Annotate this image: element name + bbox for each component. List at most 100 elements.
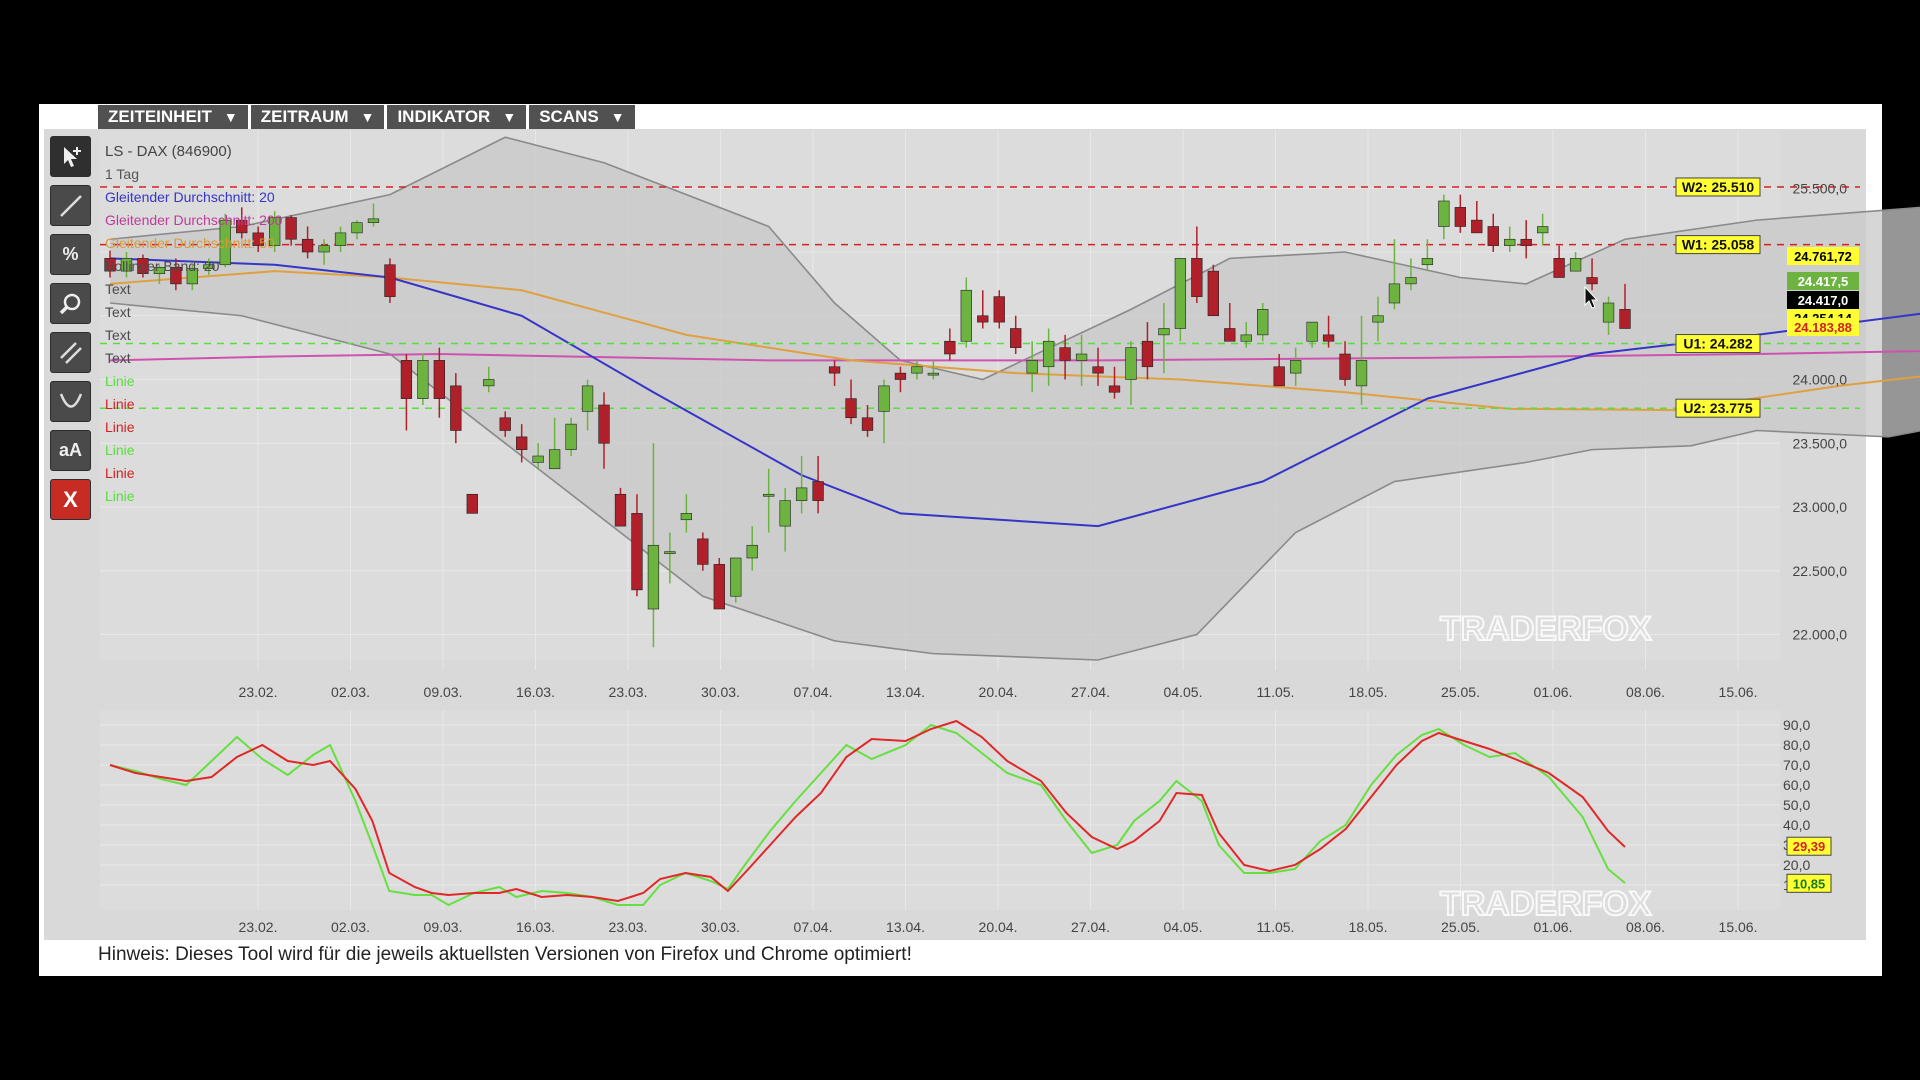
candle-body — [598, 404, 610, 444]
legend-item[interactable]: Gleitender Durchschnitt: 200 — [105, 209, 282, 232]
candle-body — [911, 366, 923, 374]
candle-body — [565, 423, 577, 450]
date-tick-label: 02.03. — [331, 684, 370, 700]
candle-body — [548, 449, 561, 470]
date-tick-label: 23.03. — [609, 684, 648, 700]
candle-body — [334, 232, 347, 246]
candle-body — [351, 222, 363, 234]
legend-item[interactable]: Linie — [105, 370, 282, 393]
candle-body — [1207, 270, 1219, 317]
candle-body — [1339, 353, 1351, 380]
candle-body — [483, 379, 495, 387]
level-label: U1: 24.282 — [1683, 336, 1752, 352]
candle-body — [647, 544, 660, 610]
candle-body — [1092, 366, 1104, 374]
legend-item[interactable]: Text — [105, 324, 282, 347]
candle-body — [993, 296, 1005, 323]
candle-body — [1059, 347, 1071, 361]
candle-body — [1322, 334, 1335, 342]
candle-body — [1174, 258, 1187, 329]
date-tick-label: 20.04. — [979, 684, 1018, 700]
stoch-tick-label: 90,0 — [1783, 717, 1810, 733]
stoch-date-tick-label: 07.04. — [794, 919, 833, 935]
chart-canvas[interactable]: W2: 25.510 W1: 25.058 U1: 24.282 U2: 23.775… — [0, 0, 1920, 1080]
date-tick-label: 15.06. — [1719, 684, 1758, 700]
legend-item[interactable]: Text — [105, 278, 282, 301]
candle-body — [1125, 347, 1137, 380]
stoch-plot-area — [100, 710, 1780, 910]
stoch-date-tick-label: 23.03. — [609, 919, 648, 935]
legend-item[interactable]: Linie — [105, 485, 282, 508]
stoch-tag: 10,85 — [1793, 876, 1826, 891]
candle-body — [927, 372, 940, 376]
stoch-grid — [100, 710, 1780, 910]
candle-body — [1388, 283, 1401, 304]
candle-body — [1042, 340, 1055, 368]
stoch-tag: 29,39 — [1793, 839, 1826, 854]
candle-body — [1471, 219, 1483, 234]
price-tag: 24.761,72 — [1794, 249, 1852, 264]
candle-body — [1405, 277, 1417, 285]
candle-body — [746, 544, 758, 559]
price-tick-label: 23.000,0 — [1793, 499, 1848, 515]
candle-body — [828, 366, 841, 374]
legend-item[interactable]: Linie — [105, 462, 282, 485]
candle-body — [763, 493, 775, 497]
legend-item[interactable]: Linie — [105, 416, 282, 439]
legend-item[interactable]: Gleitender Durchschnitt: 20 — [105, 186, 282, 209]
candle-body — [1191, 258, 1203, 297]
candle-body — [1240, 334, 1252, 342]
candle-body — [944, 340, 956, 355]
candle-body — [1108, 385, 1121, 393]
stoch-tick-label: 50,0 — [1783, 797, 1810, 813]
candle-body — [1537, 226, 1549, 234]
candle-body — [960, 289, 972, 342]
stoch-date-tick-label: 30.03. — [701, 919, 740, 935]
candle-body — [367, 218, 380, 223]
candle-body — [1454, 207, 1466, 227]
stoch-tick-label: 40,0 — [1783, 817, 1810, 833]
stoch-date-tick-label: 27.04. — [1071, 919, 1110, 935]
candle-body — [318, 245, 330, 253]
candle-body — [614, 493, 627, 527]
date-tick-label: 08.06. — [1626, 684, 1665, 700]
legend-item[interactable]: Text — [105, 347, 282, 370]
candle-body — [433, 360, 445, 399]
candle-body — [664, 551, 676, 554]
candle-body — [1586, 277, 1598, 285]
level-label: W2: 25.510 — [1682, 179, 1755, 195]
date-tick-label: 27.04. — [1071, 684, 1110, 700]
price-tick-label: 23.500,0 — [1793, 435, 1848, 451]
date-tick-label: 04.05. — [1164, 684, 1203, 700]
date-tick-label: 25.05. — [1441, 684, 1480, 700]
price-tag: 24.183,88 — [1794, 320, 1852, 335]
legend-item[interactable]: Gleitender Durchschnitt: 50 — [105, 232, 282, 255]
candle-body — [894, 372, 907, 380]
date-tick-label: 01.06. — [1534, 684, 1573, 700]
candle-body — [1372, 315, 1384, 323]
candle-body — [1520, 238, 1532, 246]
candle-body — [1257, 309, 1269, 336]
candle-body — [1290, 360, 1302, 374]
legend-item[interactable]: Text — [105, 301, 282, 324]
date-tick-label: 30.03. — [701, 684, 740, 700]
candle-body — [1553, 258, 1565, 278]
chart-legend: LS - DAX (846900) 1 Tag Gleitender Durch… — [105, 140, 282, 508]
candle-body — [499, 417, 511, 431]
date-tick-label: 07.04. — [794, 684, 833, 700]
stoch-date-tick-label: 11.05. — [1257, 919, 1295, 935]
candle-body — [301, 238, 314, 253]
candle-body — [631, 513, 643, 591]
candle-body — [861, 417, 874, 431]
stoch-date-tick-label: 15.06. — [1719, 919, 1758, 935]
legend-item[interactable]: Bollinger Band: 20 — [105, 255, 282, 278]
candle-body — [1602, 302, 1615, 323]
date-axis-main: 23.02. 02.03. 09.03. 16.03. 23.03. 30.03. 07.0… — [239, 684, 1758, 700]
legend-item[interactable]: Linie — [105, 439, 282, 462]
stoch-tick-label: 20,0 — [1783, 857, 1810, 873]
candle-body — [1487, 226, 1499, 246]
legend-item[interactable]: Linie — [105, 393, 282, 416]
candle-body — [878, 385, 890, 412]
date-tick-label: 11.05. — [1257, 684, 1295, 700]
stoch-tick-label: 70,0 — [1783, 757, 1810, 773]
